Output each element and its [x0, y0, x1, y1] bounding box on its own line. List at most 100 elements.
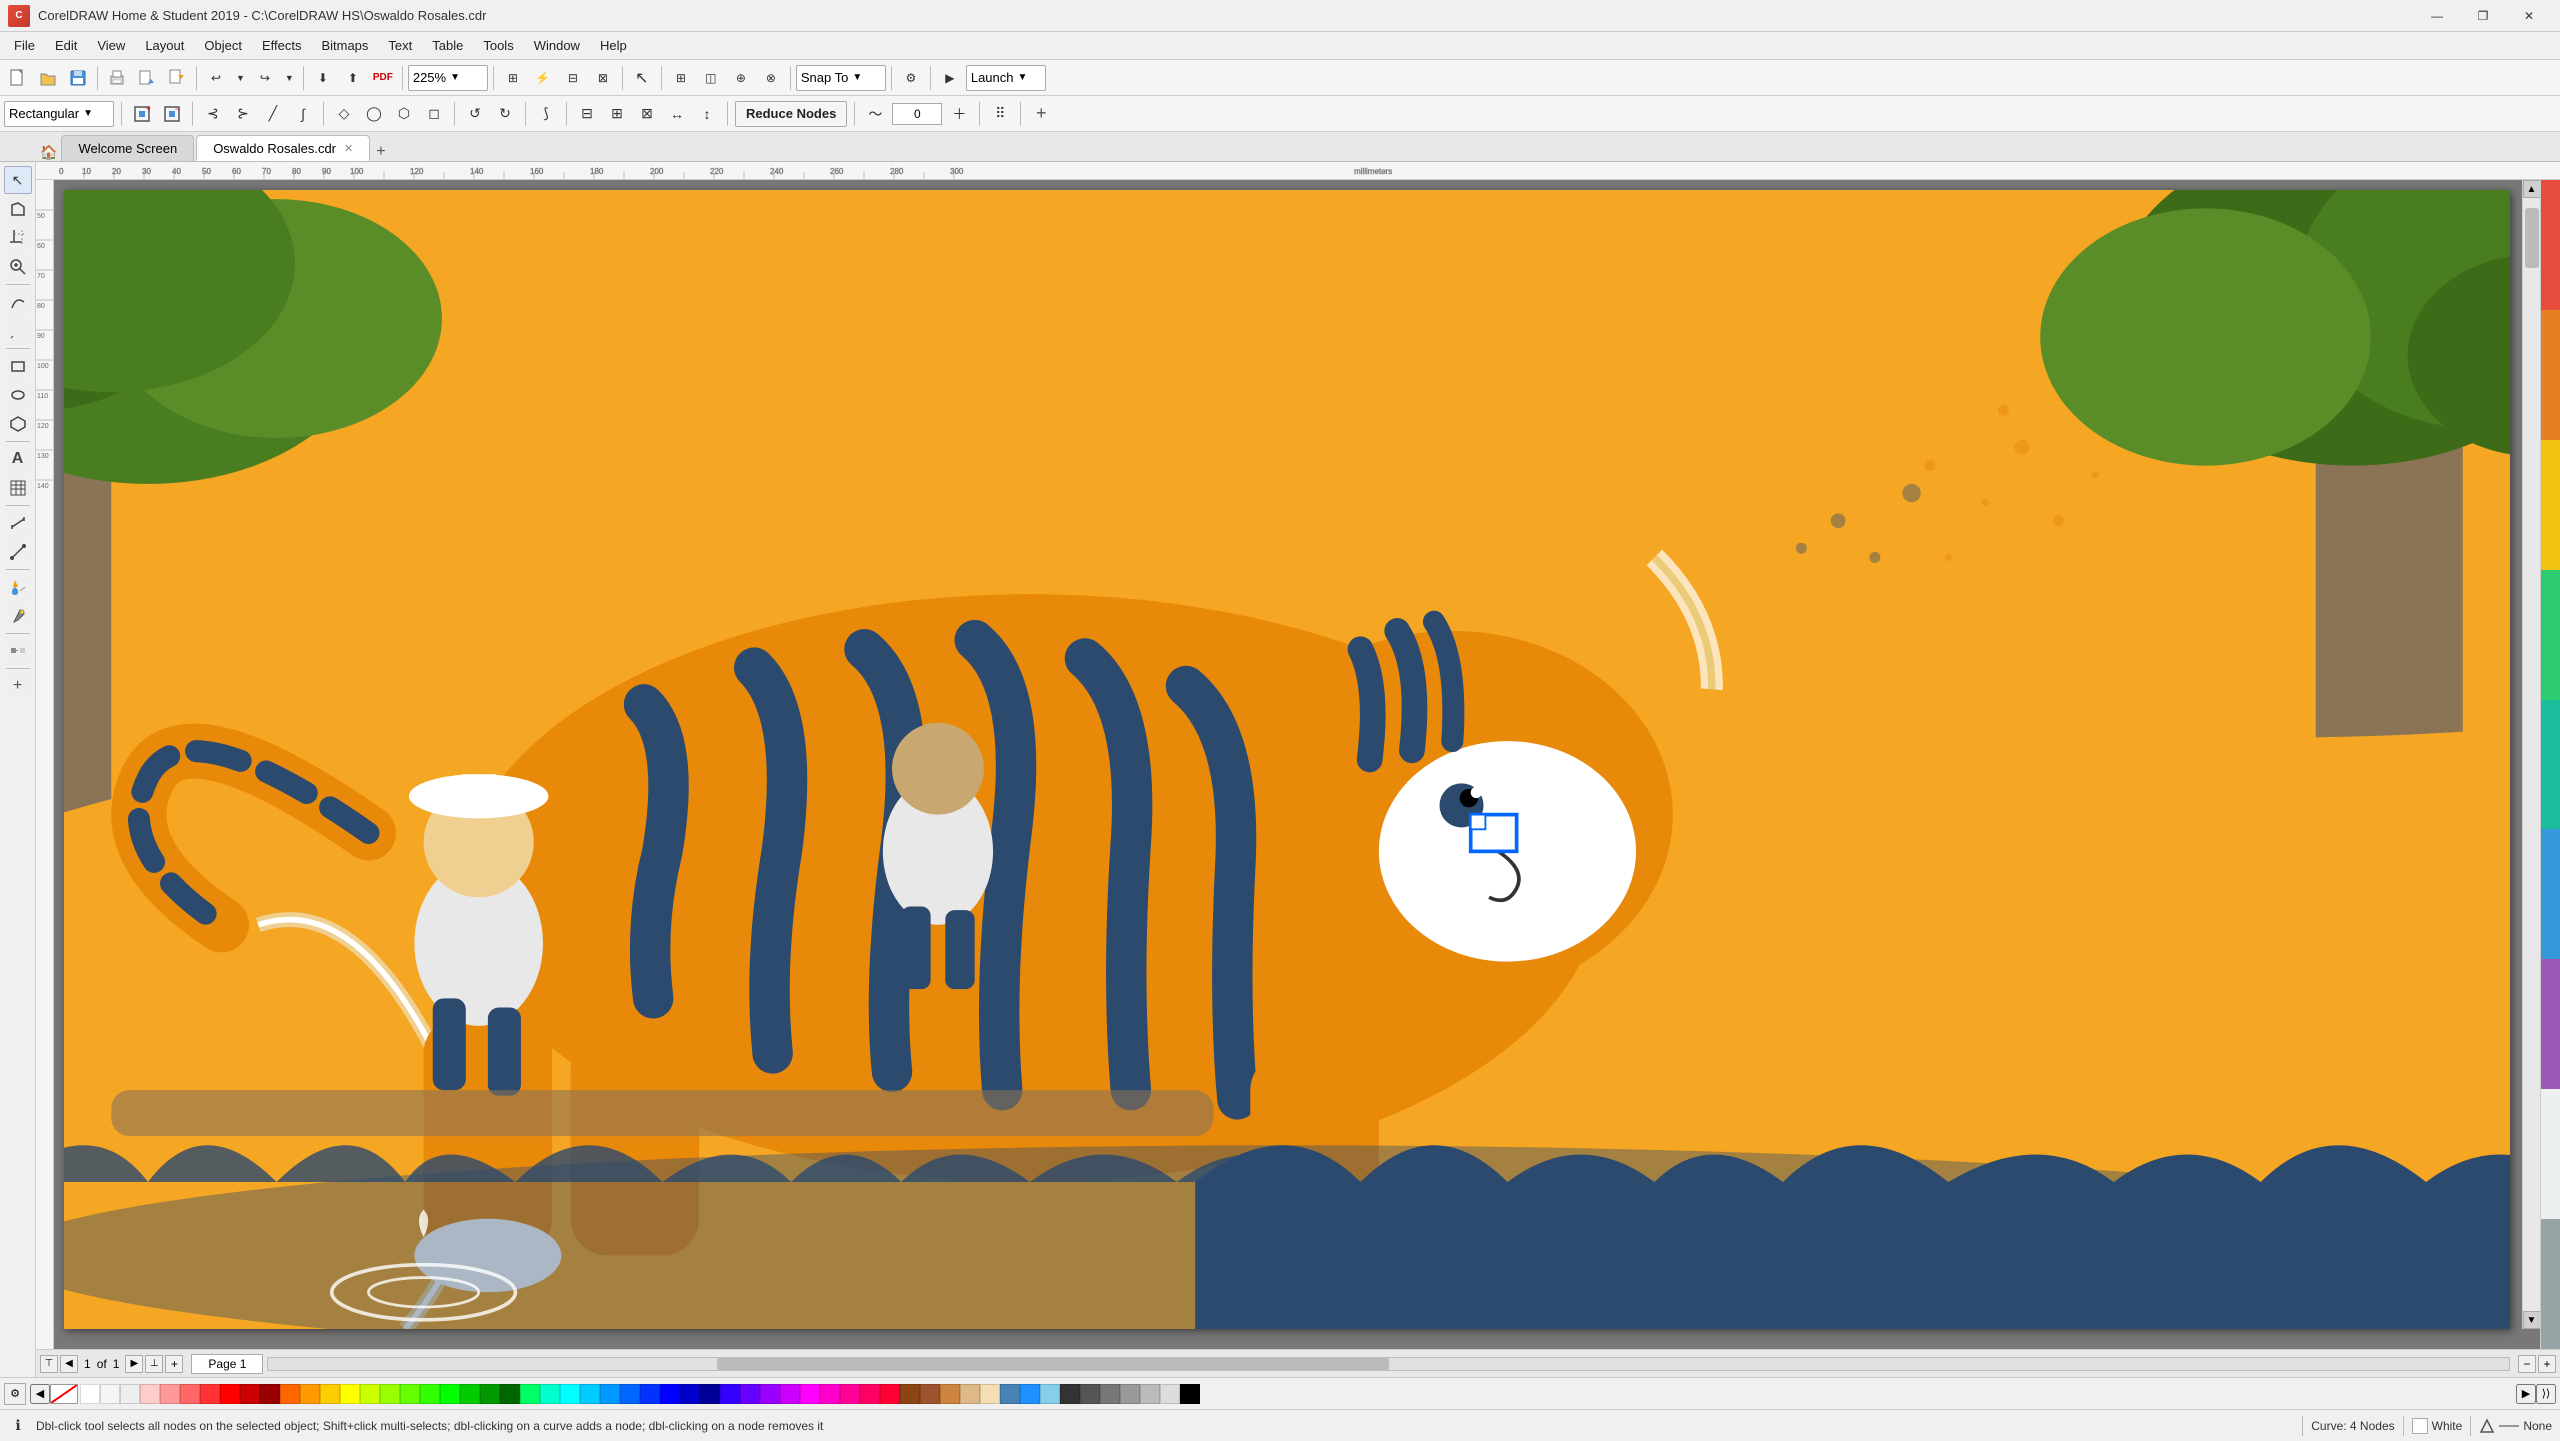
- restore-button[interactable]: ❐: [2460, 0, 2506, 32]
- tool-pick[interactable]: ↖: [4, 166, 32, 194]
- add-node-btn[interactable]: +: [129, 101, 155, 127]
- menu-edit[interactable]: Edit: [45, 34, 87, 57]
- tool-shape[interactable]: [4, 195, 32, 223]
- node-threshold-plus-btn[interactable]: ＋: [946, 101, 972, 127]
- convert-curve-btn[interactable]: ∫: [290, 101, 316, 127]
- palette-scroll-right[interactable]: ▶: [2516, 1384, 2536, 1404]
- tool-crop[interactable]: [4, 224, 32, 252]
- snap-btn[interactable]: ◫: [697, 64, 725, 92]
- tool-zoom[interactable]: [4, 253, 32, 281]
- cursor-btn[interactable]: ↖: [628, 64, 656, 92]
- page-end-btn[interactable]: ⊥: [145, 1355, 163, 1373]
- tool-table[interactable]: [4, 474, 32, 502]
- menu-table[interactable]: Table: [422, 34, 473, 57]
- view-btn2[interactable]: ⚡: [529, 64, 557, 92]
- undo-button[interactable]: ↩: [202, 64, 230, 92]
- settings-btn[interactable]: ⚙: [897, 64, 925, 92]
- menu-view[interactable]: View: [87, 34, 135, 57]
- color-r5[interactable]: [2541, 700, 2560, 830]
- menu-window[interactable]: Window: [524, 34, 590, 57]
- zoom-in-btn[interactable]: +: [2538, 1355, 2556, 1373]
- cusp-btn[interactable]: ◇: [331, 101, 357, 127]
- color-r2[interactable]: [2541, 310, 2560, 440]
- menu-layout[interactable]: Layout: [135, 34, 194, 57]
- export-button[interactable]: [163, 64, 191, 92]
- import-button[interactable]: [133, 64, 161, 92]
- reduce-nodes-button[interactable]: Reduce Nodes: [735, 101, 847, 127]
- redo-dropdown[interactable]: ▼: [281, 64, 298, 92]
- outline-indicator[interactable]: None: [2479, 1418, 2552, 1434]
- color-r7[interactable]: [2541, 959, 2560, 1089]
- tool-ind-btn[interactable]: ⚙: [4, 1383, 26, 1405]
- fill-indicator[interactable]: White: [2412, 1418, 2463, 1434]
- tool-blend[interactable]: [4, 637, 32, 665]
- redo-button[interactable]: ↪: [251, 64, 279, 92]
- line-btn[interactable]: ◻: [421, 101, 447, 127]
- tool-add-page[interactable]: +: [4, 672, 32, 700]
- node-mirror-h-btn[interactable]: ↔: [664, 101, 690, 127]
- palette-scroll-right2[interactable]: ⟩⟩: [2536, 1384, 2556, 1404]
- view-btn3[interactable]: ⊟: [559, 64, 587, 92]
- node-align-v-btn[interactable]: ⊞: [604, 101, 630, 127]
- new-button[interactable]: [4, 64, 32, 92]
- grid-btn[interactable]: ⊞: [667, 64, 695, 92]
- node-align-h-btn[interactable]: ⊟: [574, 101, 600, 127]
- menu-tools[interactable]: Tools: [473, 34, 523, 57]
- align-down-button[interactable]: ⬇: [309, 64, 337, 92]
- h-scroll-track[interactable]: [267, 1357, 2510, 1371]
- smooth-btn[interactable]: ◯: [361, 101, 387, 127]
- add-page-btn[interactable]: +: [165, 1355, 183, 1373]
- launch-dropdown[interactable]: Launch ▼: [966, 65, 1046, 91]
- tool-fill[interactable]: [4, 573, 32, 601]
- tool-dimension[interactable]: [4, 509, 32, 537]
- undo-dropdown[interactable]: ▼: [232, 64, 249, 92]
- wave-icon-btn[interactable]: 〜: [862, 101, 888, 127]
- print-button[interactable]: [103, 64, 131, 92]
- zoom-dropdown[interactable]: 225% ▼: [408, 65, 488, 91]
- node-threshold-input[interactable]: [892, 103, 942, 125]
- save-button[interactable]: [64, 64, 92, 92]
- page-tab[interactable]: Page 1: [191, 1354, 263, 1374]
- menu-object[interactable]: Object: [194, 34, 252, 57]
- color-r6[interactable]: [2541, 829, 2560, 959]
- snap-to-dropdown[interactable]: Snap To ▼: [796, 65, 886, 91]
- menu-help[interactable]: Help: [590, 34, 637, 57]
- tool-pen[interactable]: [4, 317, 32, 345]
- guides-btn[interactable]: ⊕: [727, 64, 755, 92]
- page-prev-btn[interactable]: ◀: [60, 1355, 78, 1373]
- color-r8[interactable]: [2541, 1089, 2560, 1219]
- minimize-button[interactable]: —: [2414, 0, 2460, 32]
- scroll-track-v[interactable]: [2525, 198, 2539, 1311]
- view-btn1[interactable]: ⊞: [499, 64, 527, 92]
- page-next-btn[interactable]: ▶: [125, 1355, 143, 1373]
- tool-rectangle[interactable]: [4, 352, 32, 380]
- color-r3[interactable]: [2541, 440, 2560, 570]
- join-curve-btn[interactable]: ⊱: [230, 101, 256, 127]
- v-scrollbar[interactable]: ▲ ▼: [2522, 180, 2540, 1329]
- launch-icon[interactable]: ▶: [936, 64, 964, 92]
- canvas-area[interactable]: ▲ ▼: [54, 180, 2540, 1349]
- symmetrical-btn[interactable]: ⬡: [391, 101, 417, 127]
- tab-welcome[interactable]: Welcome Screen: [61, 135, 194, 161]
- scroll-down-btn[interactable]: ▼: [2523, 1311, 2541, 1329]
- no-color-swatch[interactable]: [50, 1384, 78, 1404]
- open-button[interactable]: [34, 64, 62, 92]
- add-node-plus-btn[interactable]: +: [1028, 101, 1054, 127]
- menu-text[interactable]: Text: [378, 34, 422, 57]
- distribute-btn[interactable]: ⊠: [634, 101, 660, 127]
- tab-add-button[interactable]: +: [376, 143, 385, 161]
- extend-curve-btn[interactable]: ↻: [492, 101, 518, 127]
- tool-eyedropper[interactable]: [4, 602, 32, 630]
- menu-bitmaps[interactable]: Bitmaps: [311, 34, 378, 57]
- convert-line-btn[interactable]: ╱: [260, 101, 286, 127]
- tool-connector[interactable]: [4, 538, 32, 566]
- color-r9[interactable]: [2541, 1219, 2560, 1349]
- node-mirror-v-btn[interactable]: ↕: [694, 101, 720, 127]
- tool-polygon[interactable]: [4, 410, 32, 438]
- remove-node-btn[interactable]: −: [159, 101, 185, 127]
- reverse-curve-btn[interactable]: ↺: [462, 101, 488, 127]
- scroll-thumb-v[interactable]: [2525, 208, 2539, 268]
- pdf-button[interactable]: PDF: [369, 64, 397, 92]
- tool-ellipse[interactable]: [4, 381, 32, 409]
- node-dots-btn[interactable]: ⠿: [987, 101, 1013, 127]
